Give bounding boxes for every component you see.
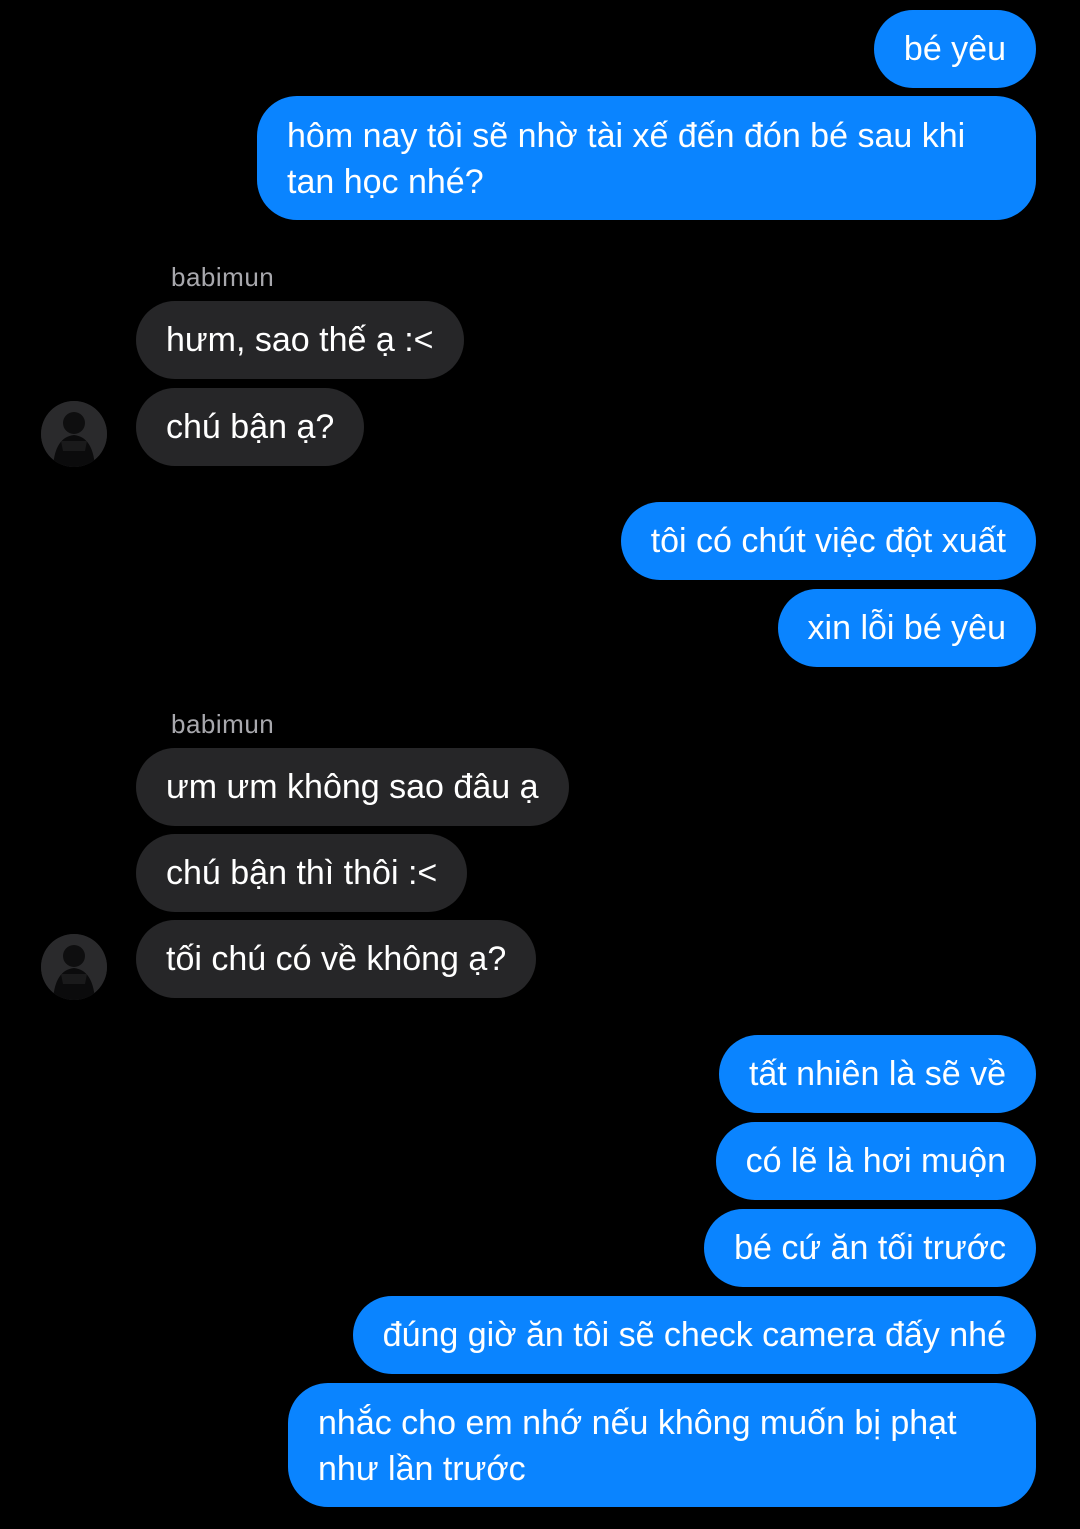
avatar[interactable]	[41, 934, 107, 1000]
message-bubble-incoming[interactable]: ưm ưm không sao đâu ạ	[136, 748, 569, 826]
message-bubble-incoming[interactable]: tối chú có về không ạ?	[136, 920, 537, 998]
message-bubble-outgoing[interactable]: bé yêu	[873, 10, 1036, 88]
sender-name: babimun	[171, 709, 275, 739]
sender-name: babimun	[171, 262, 275, 292]
avatar[interactable]	[41, 401, 107, 467]
message-bubble-outgoing[interactable]: bé cứ ăn tối trước	[704, 1209, 1036, 1287]
message-bubble-outgoing[interactable]: đúng giờ ăn tôi sẽ check camera đấy nhé	[352, 1296, 1036, 1374]
message-bubble-outgoing[interactable]: nhắc cho em nhớ nếu không muốn bị phạt n…	[288, 1383, 1036, 1507]
profile-photo-icon	[41, 934, 107, 1000]
message-bubble-outgoing[interactable]: có lẽ là hơi muộn	[715, 1122, 1036, 1200]
profile-photo-icon	[41, 401, 107, 467]
message-bubble-incoming[interactable]: chú bận thì thôi :<	[136, 834, 468, 912]
message-bubble-incoming[interactable]: hưm, sao thế ạ :<	[136, 301, 464, 379]
message-bubble-outgoing[interactable]: xin lỗi bé yêu	[777, 589, 1036, 667]
message-bubble-outgoing[interactable]: tôi có chút việc đột xuất	[620, 502, 1036, 580]
message-bubble-incoming[interactable]: chú bận ạ?	[136, 388, 365, 466]
message-bubble-outgoing[interactable]: tất nhiên là sẽ về	[718, 1035, 1036, 1113]
message-bubble-outgoing[interactable]: hôm nay tôi sẽ nhờ tài xế đến đón bé sau…	[257, 96, 1036, 220]
